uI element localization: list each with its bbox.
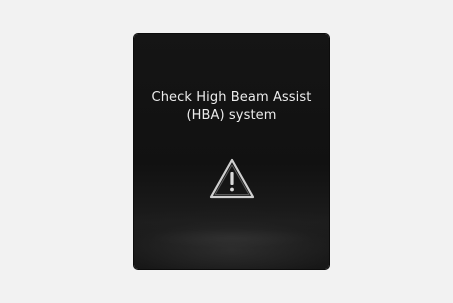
display-reflection bbox=[142, 225, 321, 251]
warning-triangle-icon bbox=[209, 158, 255, 199]
warning-message-line-2: (HBA) system bbox=[186, 108, 277, 123]
cluster-warning-display: Check High Beam Assist (HBA) system bbox=[134, 34, 329, 269]
warning-message-line-1: Check High Beam Assist bbox=[151, 90, 312, 105]
warning-message: Check High Beam Assist (HBA) system bbox=[134, 89, 329, 125]
